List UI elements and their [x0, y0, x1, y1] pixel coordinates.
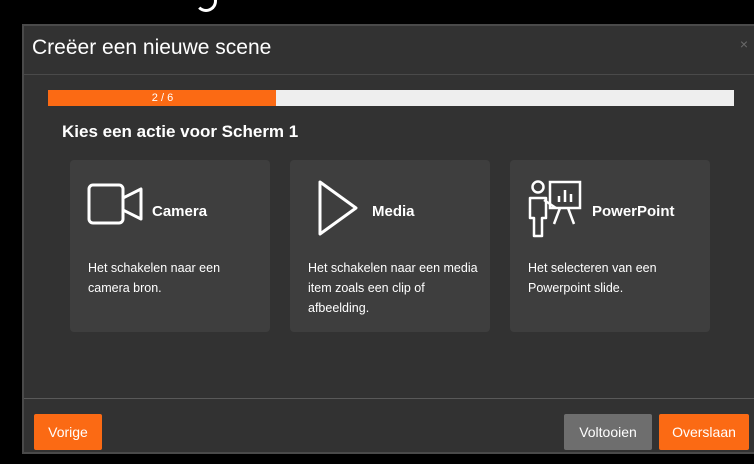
footer-divider — [24, 398, 754, 399]
card-label: PowerPoint — [592, 203, 675, 220]
close-icon[interactable]: × — [740, 36, 748, 52]
camera-option-card[interactable]: Camera Het schakelen naar een camera bro… — [70, 160, 270, 332]
top-strip — [0, 0, 754, 24]
card-label: Camera — [152, 203, 208, 220]
media-option-card[interactable]: Media Het schakelen naar een media item … — [290, 160, 490, 332]
bottom-strip — [0, 454, 754, 464]
play-icon — [318, 180, 358, 236]
step-subtitle: Kies een actie voor Scherm 1 — [62, 122, 299, 141]
presenter-icon — [528, 180, 582, 238]
skip-button[interactable]: Overslaan — [659, 414, 749, 450]
progress-bar: 2 / 6 — [48, 90, 734, 106]
progress-text: 2 / 6 — [151, 92, 174, 104]
card-description: Het selecteren van een Powerpoint slide. — [528, 261, 657, 295]
powerpoint-option-card[interactable]: PowerPoint Het selecteren van een Powerp… — [510, 160, 710, 332]
dialog-title: Creëer een nieuwe scene — [32, 36, 272, 59]
card-description: Het schakelen naar een media item zoals … — [308, 261, 478, 315]
header-divider — [24, 74, 754, 75]
card-label: Media — [372, 203, 415, 220]
new-scene-dialog: Creëer een nieuwe scene × 2 / 6 Kies een… — [22, 24, 754, 454]
card-description: Het schakelen naar een camera bron. — [88, 261, 221, 295]
finish-button[interactable]: Voltooien — [564, 414, 652, 450]
background-graphic — [195, 0, 217, 12]
back-button[interactable]: Vorige — [34, 414, 102, 450]
camera-icon — [87, 183, 143, 225]
